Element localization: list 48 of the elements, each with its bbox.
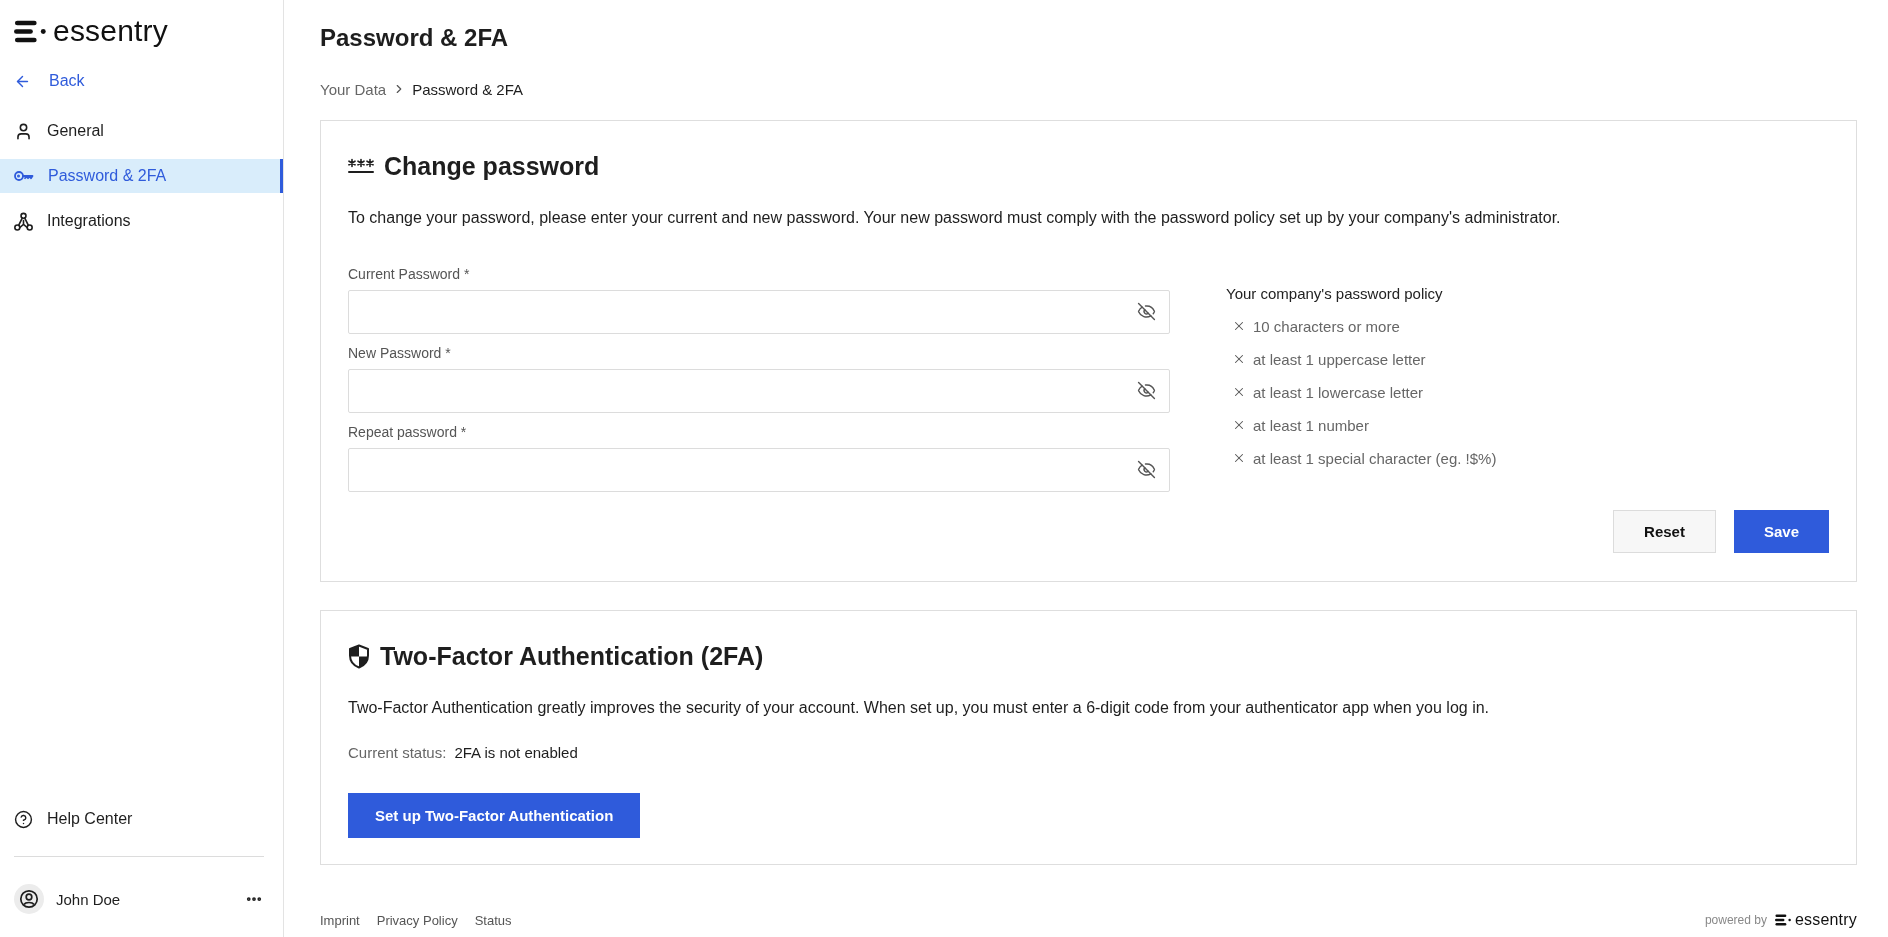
logo-icon [14,19,48,43]
policy-rule: at least 1 number [1253,416,1369,434]
policy-rule: at least 1 special character (eg. !$%) [1253,449,1497,467]
help-icon [14,809,33,829]
sidebar-item[interactable]: General [0,114,283,148]
status-value: 2FA is not enabled [454,743,578,763]
policy-title: Your company's password policy [1226,284,1444,304]
logo-text: essentry [1794,912,1857,928]
reset-button[interactable]: Reset [1613,510,1716,553]
password-icon [348,158,374,174]
logo-icon [1774,914,1792,926]
field-label: New Password * [348,344,452,363]
person-icon [14,121,33,141]
eye-off-icon[interactable] [1137,302,1156,321]
sidebar-item[interactable]: Integrations [0,204,283,238]
footer-link[interactable]: Imprint [320,912,360,928]
section-title: Two-Factor Authentication (2FA) [380,641,764,672]
key-icon [14,170,34,182]
save-button[interactable]: Save [1733,510,1829,553]
footer-link[interactable]: Status [474,912,512,928]
shield-icon [348,643,370,669]
section-description: To change your password, please enter your current and new password. Your new password must comply with the password policy set up by your company's administrator. [348,208,1562,228]
setup-2fa-button[interactable]: Set up Two-Factor Authentication [348,793,641,838]
footer-link[interactable]: Privacy Policy [376,912,458,928]
help-center-link[interactable]: Help Center [14,807,133,831]
network-icon [14,211,33,231]
section-title: Change password [384,151,600,182]
policy-rule: 10 characters or more [1253,317,1400,335]
eye-off-icon[interactable] [1137,381,1156,400]
password-field[interactable] [348,448,1170,492]
avatar-icon [14,884,44,914]
back-link[interactable]: Back [14,69,85,93]
field-label: Current Password * [348,265,471,284]
page-title: Password & 2FA [320,23,510,53]
eye-off-icon[interactable] [1137,460,1156,479]
policy-rule: at least 1 lowercase letter [1253,383,1424,401]
breadcrumb-link[interactable]: Your Data [320,80,387,98]
status-label: Current status: [348,743,447,763]
user-name: John Doe [56,890,122,908]
breadcrumb-current: Password & 2FA [412,80,524,98]
password-field[interactable] [348,290,1170,334]
powered-by-text: powered by [1704,913,1767,927]
section-description: Two-Factor Authentication greatly improves the security of your account. When set up, you must enter a 6-digit code from your authenticator app when you log in. [348,698,1491,718]
policy-rule: at least 1 uppercase letter [1253,350,1426,368]
logo-text: essentry [53,16,168,46]
password-field[interactable] [348,369,1170,413]
field-label: Repeat password * [348,423,468,442]
sidebar-item[interactable]: Password & 2FA [0,159,283,193]
